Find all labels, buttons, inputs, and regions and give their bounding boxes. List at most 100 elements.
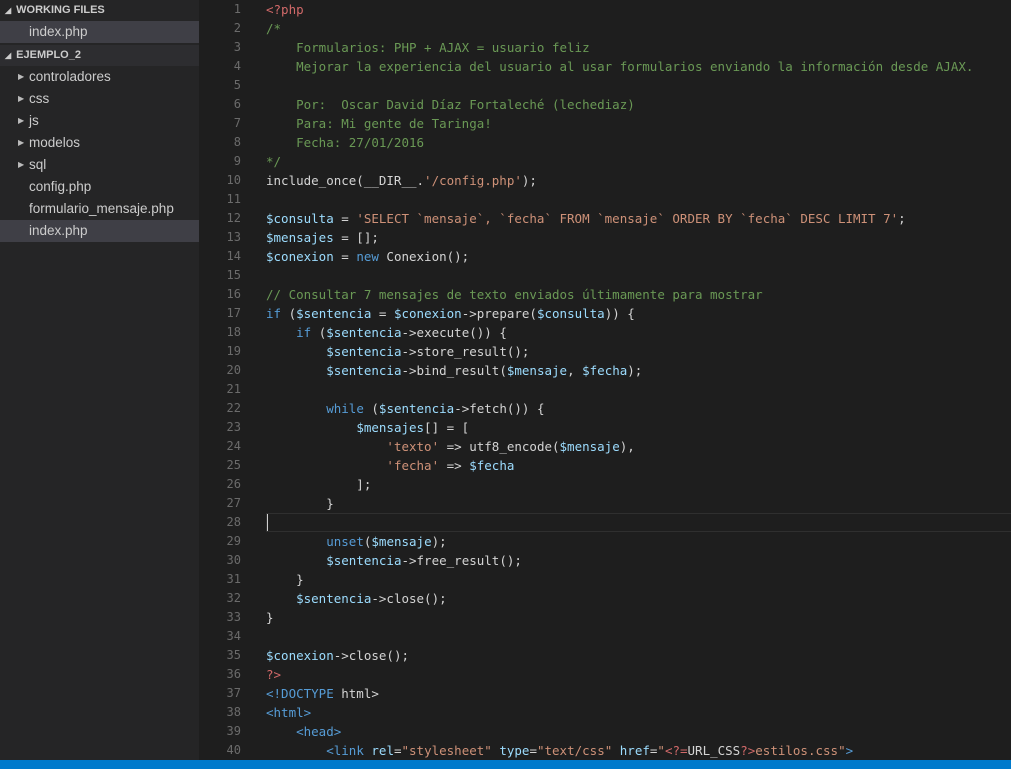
code-token: <head> xyxy=(296,724,342,739)
code-token: "text/css" xyxy=(536,743,613,758)
tree-folder-item[interactable]: ▶ js xyxy=(0,110,199,132)
code-token: ->store_result(); xyxy=(401,344,530,359)
tree-item-label: formulario_mensaje.php xyxy=(29,201,174,216)
code-line: 'texto' => utf8_encode($mensaje), xyxy=(266,437,973,456)
code-line: } xyxy=(266,570,973,589)
code-token: $consulta xyxy=(266,211,334,226)
code-token: $mensaje xyxy=(559,439,620,454)
code-token: $sentencia xyxy=(326,553,402,568)
collapse-triangle-icon: ◢ xyxy=(5,51,12,60)
code-line: while ($sentencia->fetch()) { xyxy=(266,399,973,418)
line-number: 17 xyxy=(226,306,241,320)
code-token: Formularios: PHP + AJAX = usuario feliz xyxy=(266,40,590,55)
code-token: <?php xyxy=(266,2,304,17)
code-token: ( xyxy=(363,401,379,416)
line-number: 8 xyxy=(233,135,241,149)
code-token: $sentencia xyxy=(326,325,402,340)
code-token: 'SELECT `mensaje`, `fecha` FROM `mensaje… xyxy=(356,211,899,226)
code-token: $fecha xyxy=(582,363,628,378)
code-token: ->close(); xyxy=(333,648,409,663)
line-number: 2 xyxy=(233,21,241,35)
code-token: <!DOCTYPE xyxy=(266,686,334,701)
working-files-title: WORKING FILES xyxy=(16,4,105,16)
code-line: $mensajes[] = [ xyxy=(266,418,973,437)
line-number: 23 xyxy=(226,420,241,434)
code-token: ( xyxy=(311,325,327,340)
project-header[interactable]: ◢ EJEMPLO_2 xyxy=(0,45,199,66)
project-tree: ▶ controladores ▶ css ▶ js ▶ modelos ▶ sql config.… xyxy=(0,66,199,242)
code-line: $sentencia->store_result(); xyxy=(266,342,973,361)
tree-item-label: sql xyxy=(29,157,47,172)
code-token: Para: Mi gente de Taringa! xyxy=(266,116,492,131)
line-number-gutter: 1 2 3 4 5 6 7 8 9 10 11 12 13 14 15 16 17 18 19 20 21 22 23 24 2… xyxy=(199,0,241,760)
working-files-list: index.php xyxy=(0,21,199,43)
tree-folder-item[interactable]: ▶ css xyxy=(0,88,199,110)
tree-file-item[interactable]: formulario_mensaje.php xyxy=(0,198,199,220)
code-token: estilos.css" xyxy=(755,743,846,758)
line-number: 34 xyxy=(226,629,241,643)
code-token: => xyxy=(439,458,470,473)
line-number: 16 xyxy=(226,287,241,301)
code-token: $fecha xyxy=(469,458,515,473)
code-token: $conexion xyxy=(393,306,462,321)
tree-folder-item[interactable]: ▶ sql xyxy=(0,154,199,176)
code-line: <?php xyxy=(266,0,973,19)
code-token: } xyxy=(266,572,304,587)
line-number: 33 xyxy=(226,610,241,624)
tree-folder-item[interactable]: ▶ controladores xyxy=(0,66,199,88)
code-token: ); xyxy=(431,534,447,549)
code-token: $conexion xyxy=(266,648,334,663)
code-token: <?= xyxy=(664,743,688,758)
line-number: 24 xyxy=(226,439,241,453)
code-line: */ xyxy=(266,152,973,171)
working-files-header[interactable]: ◢ WORKING FILES xyxy=(0,0,199,21)
line-number: 29 xyxy=(226,534,241,548)
line-number: 21 xyxy=(226,382,241,396)
code-token: <html> xyxy=(266,705,312,720)
code-token: ->fetch()) { xyxy=(454,401,545,416)
code-line: Formularios: PHP + AJAX = usuario feliz xyxy=(266,38,973,57)
code-editor[interactable]: 1 2 3 4 5 6 7 8 9 10 11 12 13 14 15 16 17 18 19 20 21 22 23 24 2… xyxy=(199,0,1011,760)
code-token: rel xyxy=(371,743,394,758)
code-token: ); xyxy=(521,173,537,188)
code-token: $sentencia xyxy=(296,306,372,321)
code-line: $conexion->close(); xyxy=(266,646,973,665)
code-token: = []; xyxy=(333,230,379,245)
code-token: " xyxy=(657,743,665,758)
code-token: ->bind_result( xyxy=(401,363,507,378)
code-token: ]; xyxy=(266,477,372,492)
code-token: = xyxy=(529,743,537,758)
code-token: } xyxy=(266,496,334,511)
tree-file-item[interactable]: config.php xyxy=(0,176,199,198)
code-line: } xyxy=(266,494,973,513)
line-number: 25 xyxy=(226,458,241,472)
tree-folder-item[interactable]: ▶ modelos xyxy=(0,132,199,154)
tree-item-label: js xyxy=(29,113,39,128)
code-token: while xyxy=(326,401,364,416)
code-token: html> xyxy=(333,686,379,701)
code-line: if ($sentencia = $conexion->prepare($con… xyxy=(266,304,973,323)
code-token: if xyxy=(296,325,312,340)
code-line: Por: Oscar David Díaz Fortaleché (leched… xyxy=(266,95,973,114)
code-area[interactable]: <?php /* Formularios: PHP + AJAX = usuari… xyxy=(266,0,973,760)
code-token: => utf8_encode( xyxy=(439,439,560,454)
code-line: $sentencia->bind_result($mensaje, $fecha… xyxy=(266,361,973,380)
line-number: 12 xyxy=(226,211,241,225)
code-token: // Consultar 7 mensajes de texto enviado… xyxy=(266,287,763,302)
tree-file-item[interactable]: index.php xyxy=(0,220,199,242)
working-file-item[interactable]: index.php xyxy=(0,21,199,43)
code-token: > xyxy=(845,743,854,758)
code-token: ->execute()) { xyxy=(401,325,507,340)
code-token: ?> xyxy=(266,667,282,682)
code-token: ->prepare( xyxy=(461,306,537,321)
line-number: 31 xyxy=(226,572,241,586)
code-line: /* xyxy=(266,19,973,38)
code-token: ( xyxy=(281,306,297,321)
